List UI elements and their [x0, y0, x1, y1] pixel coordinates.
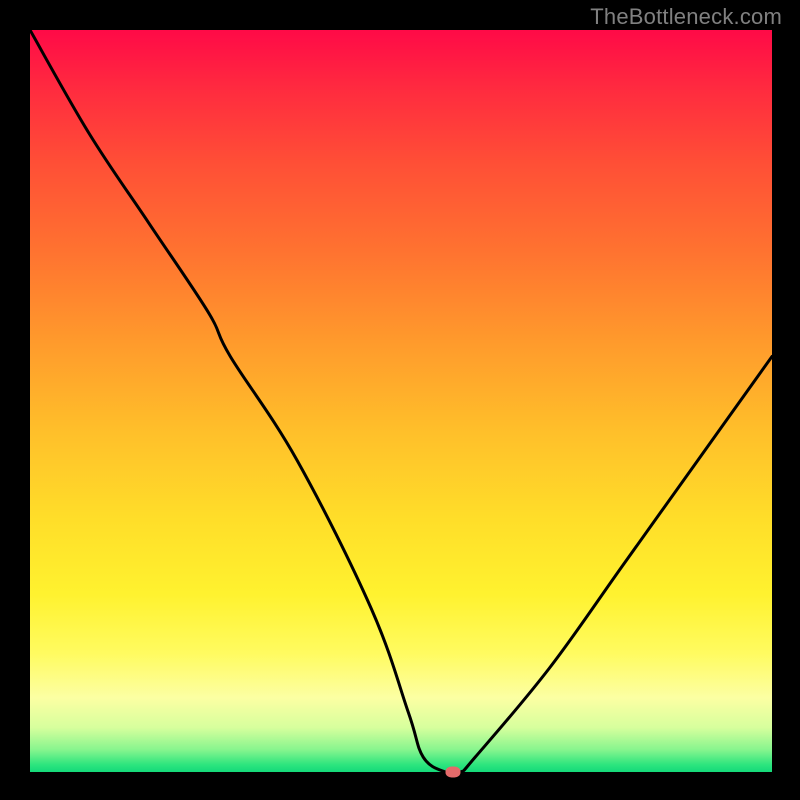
chart-frame: TheBottleneck.com [0, 0, 800, 800]
bottleneck-curve [30, 30, 772, 772]
minimum-marker [445, 767, 460, 778]
plot-area [30, 30, 772, 772]
watermark-text: TheBottleneck.com [590, 4, 782, 30]
